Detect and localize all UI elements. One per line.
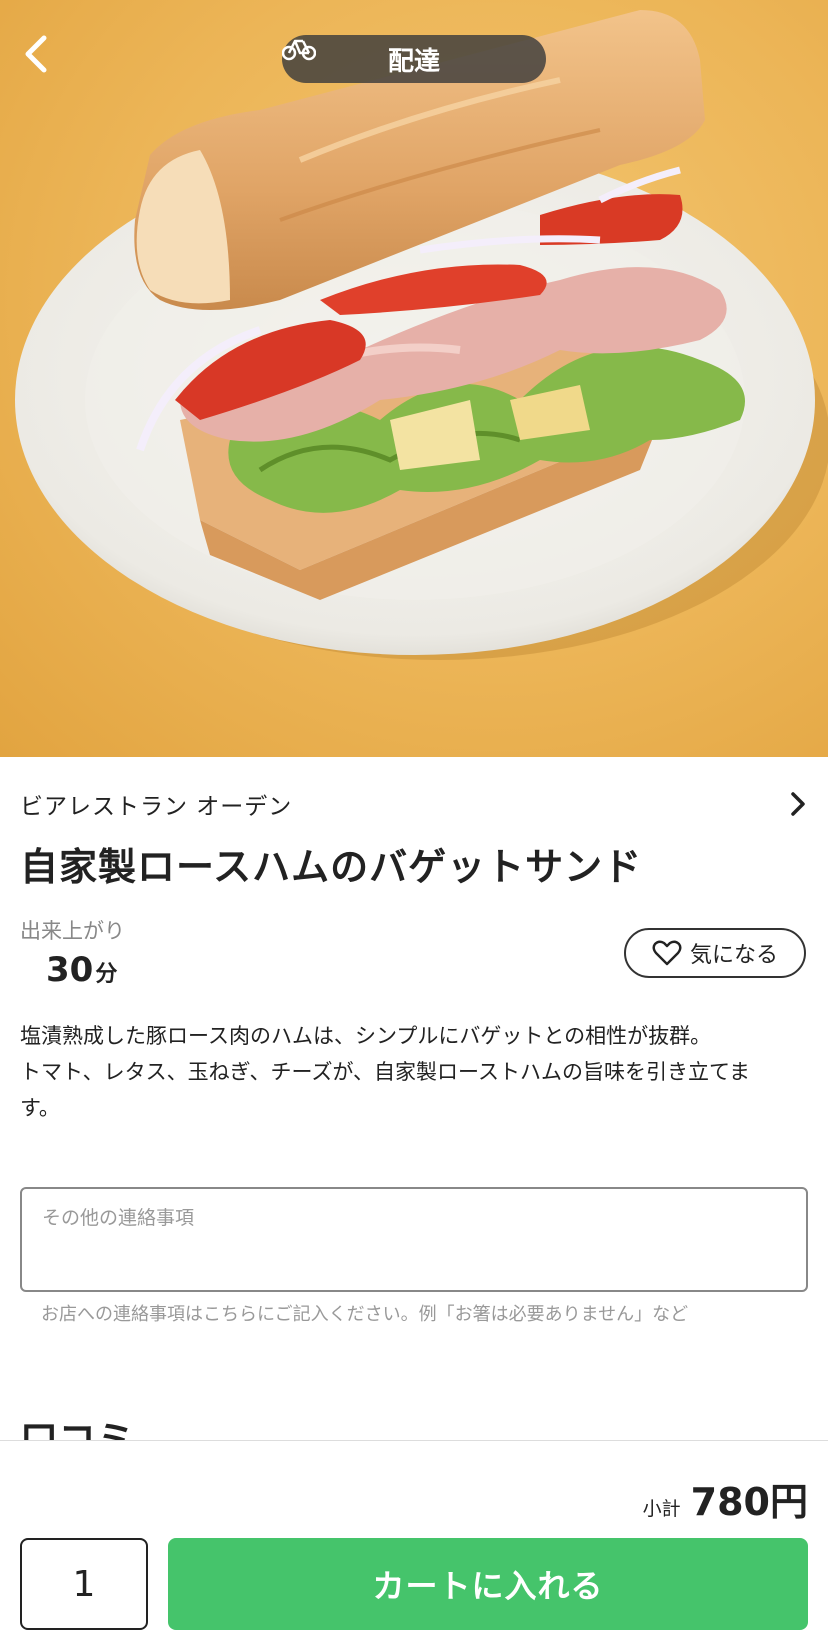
subtotal: 小計 780円 — [643, 1471, 808, 1526]
bicycle-icon — [282, 39, 316, 61]
notes-hint: お店への連絡事項はこちらにご記入ください。例「お箸は必要ありません」など — [41, 1304, 689, 1325]
shop-name: ビアレストラン オーデン — [20, 794, 293, 820]
chevron-right-icon — [791, 792, 805, 816]
prep-time-number: 30 — [46, 950, 94, 990]
favorite-button[interactable]: 気になる — [624, 928, 806, 978]
sandwich-photo — [15, 10, 828, 660]
quantity-selector[interactable]: 1 — [20, 1538, 148, 1630]
cart-bar: 小計 780円 1 カートに入れる — [0, 1440, 828, 1644]
description-line: 塩漬熟成した豚ロース肉のハムは、シンプルにバゲットとの相性が抜群。 — [20, 1024, 712, 1048]
heart-icon — [652, 940, 682, 966]
add-to-cart-button[interactable]: カートに入れる — [168, 1538, 808, 1630]
prep-time-unit: 分 — [95, 962, 118, 987]
favorite-label: 気になる — [689, 943, 778, 968]
prep-time-label: 出来上がり — [20, 919, 125, 943]
reviews-heading: 口コミ — [20, 1418, 135, 1440]
subtotal-value: 780円 — [690, 1480, 808, 1524]
delivery-label: 配達 — [387, 46, 440, 77]
description-line: トマト、レタス、玉ねぎ、チーズが、自家製ローストハムの旨味を引き立てま — [20, 1060, 750, 1084]
shop-link[interactable]: ビアレストラン オーデン — [20, 784, 808, 824]
item-description: 塩漬熟成した豚ロース肉のハムは、シンプルにバゲットとの相性が抜群。 トマト、レタ… — [20, 1018, 812, 1126]
hero-image: 配達 — [0, 0, 828, 757]
item-title: 自家製ロースハムのバゲットサンド — [20, 845, 643, 889]
chevron-left-icon — [25, 35, 47, 73]
notes-input[interactable] — [20, 1187, 808, 1292]
description-line: す。 — [20, 1096, 60, 1120]
back-button[interactable] — [22, 34, 66, 86]
prep-time-value: 30分 — [46, 950, 117, 990]
delivery-mode-badge[interactable]: 配達 — [282, 35, 546, 83]
subtotal-label: 小計 — [642, 1498, 681, 1520]
